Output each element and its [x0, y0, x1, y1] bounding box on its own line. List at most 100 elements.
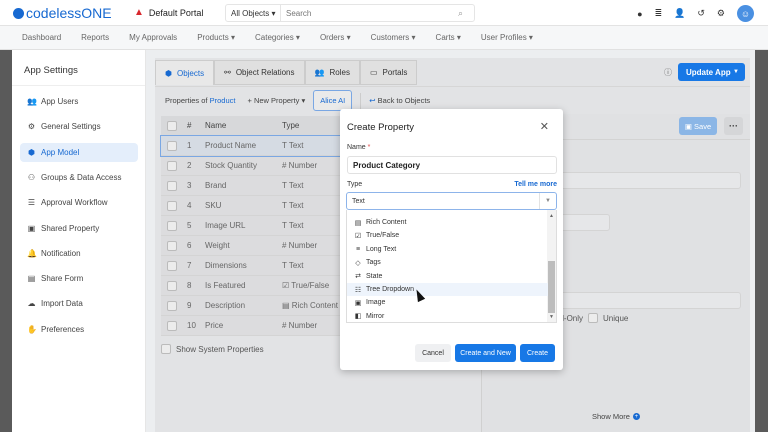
sidebar-item-share-form[interactable]: ▤ Share Form	[20, 269, 138, 288]
tab-roles[interactable]: 👥 Roles	[304, 60, 360, 85]
avatar[interactable]: ☺	[737, 5, 754, 22]
name-field[interactable]: Product Category	[347, 156, 557, 174]
show-system-properties[interactable]: Show System Properties	[161, 344, 264, 354]
nav-item[interactable]: Orders ▾	[320, 33, 351, 42]
checkbox[interactable]	[161, 344, 171, 354]
help-icon[interactable]: ●	[637, 9, 642, 19]
column-header: Type	[282, 121, 300, 130]
sidebar-item-groups-data-access[interactable]: ⚇ Groups & Data Access	[20, 168, 138, 187]
row-checkbox[interactable]	[167, 280, 177, 291]
sidebar-item-import-data[interactable]: ☁ Import Data	[20, 294, 138, 313]
row-checkbox[interactable]	[167, 160, 177, 171]
back-to-objects-button[interactable]: ↩ Back to Objects	[369, 96, 430, 105]
select-all-checkbox[interactable]	[167, 120, 177, 131]
tab-objects[interactable]: ⬢ Objects	[155, 60, 215, 85]
add-user-icon[interactable]: 👤	[674, 8, 685, 19]
table-row[interactable]: 8 Is Featured ☑ True/False	[161, 276, 341, 296]
nav-item[interactable]: Reports	[81, 33, 109, 42]
sidebar-item-label: General Settings	[41, 122, 101, 132]
database-icon[interactable]: ≣	[655, 8, 663, 19]
option-label: Tree Dropdown	[366, 286, 414, 293]
unique-checkbox[interactable]	[588, 313, 599, 323]
property-name: Price	[205, 321, 224, 330]
table-row[interactable]: 6 Weight # Number	[161, 236, 341, 256]
tab-portals[interactable]: ▭ Portals	[359, 60, 418, 85]
nav-item[interactable]: Carts ▾	[436, 33, 461, 42]
object-name[interactable]: Product	[210, 96, 236, 105]
row-checkbox[interactable]	[167, 140, 177, 151]
chevron-down-icon[interactable]: ▼	[539, 193, 556, 209]
nav-item[interactable]: Categories ▾	[255, 33, 300, 42]
close-icon[interactable]: ✕	[540, 120, 549, 133]
table-row[interactable]: 5 Image URL T Text	[161, 216, 341, 236]
nav-item[interactable]: Products ▾	[197, 33, 235, 42]
property-type: ☑ True/False	[282, 281, 341, 290]
option-label: Rich Content	[366, 219, 407, 226]
scrollbar[interactable]: ▲ ▼	[547, 210, 556, 322]
nav-item[interactable]: Customers ▾	[371, 33, 416, 42]
portal-selector[interactable]: ▲ Default Portal	[134, 7, 203, 18]
cancel-button[interactable]: Cancel	[415, 344, 451, 362]
table-row[interactable]: 4 SKU T Text	[161, 196, 341, 216]
sidebar-item-general-settings[interactable]: ⚙ General Settings	[20, 117, 138, 136]
sidebar-item-preferences[interactable]: ✋ Preferences	[20, 320, 138, 339]
row-checkbox[interactable]	[167, 260, 177, 271]
update-app-button[interactable]: Update App ▼	[678, 63, 745, 81]
new-property-button[interactable]: + New Property ▾	[247, 96, 305, 105]
row-checkbox[interactable]	[167, 220, 177, 231]
row-checkbox[interactable]	[167, 300, 177, 311]
tab-object-relations[interactable]: ⚯ Object Relations	[214, 60, 305, 85]
row-checkbox[interactable]	[167, 320, 177, 331]
property-name: Dimensions	[205, 261, 247, 270]
property-name: Is Featured	[205, 281, 246, 290]
info-icon[interactable]: ⓘ	[664, 67, 672, 78]
row-checkbox[interactable]	[167, 200, 177, 211]
type-label: True/False	[291, 281, 330, 290]
table-row[interactable]: 7 Dimensions T Text	[161, 256, 341, 276]
search-icon[interactable]: ⌕	[458, 8, 474, 19]
type-label: Text	[288, 221, 304, 230]
tell-me-more-link[interactable]: Tell me more	[514, 181, 557, 188]
more-options-button[interactable]: ···	[724, 117, 743, 135]
nav-item[interactable]: My Approvals	[129, 33, 177, 42]
row-checkbox[interactable]	[167, 180, 177, 191]
type-option[interactable]: ▣ Image	[347, 296, 548, 309]
show-more-button[interactable]: Show More +	[592, 412, 640, 421]
nav-item[interactable]: User Profiles ▾	[481, 33, 533, 42]
gear-icon[interactable]: ⚙	[717, 8, 725, 19]
table-row[interactable]: 9 Description ▤ Rich Content	[161, 296, 341, 316]
type-option[interactable]: ◇ Tags	[347, 256, 548, 269]
type-option[interactable]: ▤ Rich Content	[347, 216, 548, 229]
type-option[interactable]: ◧ Mirror	[347, 310, 548, 322]
sidebar-item-shared-property[interactable]: ▣ Shared Property	[20, 219, 138, 238]
nav-item[interactable]: Dashboard	[22, 33, 61, 42]
sidebar-item-notification[interactable]: 🔔 Notification	[20, 244, 138, 263]
create-and-new-button[interactable]: Create and New	[455, 344, 516, 362]
create-button[interactable]: Create	[520, 344, 555, 362]
alice-ai-button[interactable]: Alice AI	[313, 90, 353, 111]
sidebar-item-app-model[interactable]: ⬢ App Model	[20, 142, 138, 162]
type-option[interactable]: ≡ Long Text	[347, 243, 548, 256]
history-icon[interactable]: ↺	[697, 8, 705, 19]
table-row[interactable]: 1 Product Name T Text	[160, 135, 342, 157]
type-option[interactable]: ☑ True/False	[347, 229, 548, 242]
save-button[interactable]: ▣ Save	[679, 117, 717, 135]
logo[interactable]: codelessONE	[13, 5, 112, 21]
tab-icon: ▭	[369, 68, 378, 77]
scrollbar-thumb[interactable]	[548, 261, 555, 313]
row-checkbox[interactable]	[167, 240, 177, 251]
chevron-down-icon[interactable]: ▼	[733, 69, 739, 75]
search-scope-select[interactable]: All Objects ▾	[226, 5, 281, 21]
type-select[interactable]: Text ▼	[346, 192, 557, 210]
type-option[interactable]: ⇄ State	[347, 270, 548, 283]
table-row[interactable]: 2 Stock Quantity # Number	[161, 156, 341, 176]
search-input[interactable]	[281, 8, 458, 18]
sidebar-item-app-users[interactable]: 👥 App Users	[20, 92, 138, 111]
show-system-label: Show System Properties	[176, 344, 264, 354]
option-icon: ☑	[354, 232, 362, 240]
table-row[interactable]: 3 Brand T Text	[161, 176, 341, 196]
sidebar-item-approval-workflow[interactable]: ☰ Approval Workflow	[20, 193, 138, 212]
sidebar-item-label: Import Data	[41, 299, 83, 309]
table-row[interactable]: 10 Price # Number	[161, 316, 341, 336]
type-option[interactable]: ☷ Tree Dropdown	[347, 283, 548, 296]
